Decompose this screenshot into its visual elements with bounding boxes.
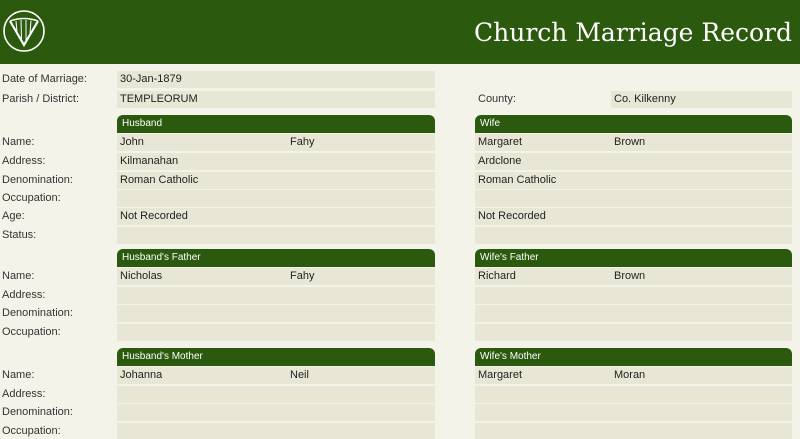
father-name-label: Name: xyxy=(2,270,35,282)
husband-father-occupation-field xyxy=(117,324,435,341)
husband-mother-denomination-field xyxy=(117,404,435,421)
husband-occupation-field xyxy=(117,190,435,207)
husband-mother-section-header: Husband's Mother xyxy=(117,348,435,366)
husband-mother-first-name-field: Johanna xyxy=(117,367,287,384)
date-of-marriage-label: Date of Marriage: xyxy=(2,73,87,85)
parish-district-field: TEMPLEORUM xyxy=(117,91,435,108)
mother-address-label: Address: xyxy=(2,388,46,400)
husband-status-field xyxy=(117,227,435,244)
husband-status-label: Status: xyxy=(2,229,37,241)
husband-denomination-label: Denomination: xyxy=(2,174,73,186)
husband-address-label: Address: xyxy=(2,155,46,167)
wife-mother-first-name-field: Margaret xyxy=(475,367,611,384)
father-denomination-label: Denomination: xyxy=(2,307,73,319)
husband-father-address-field xyxy=(117,287,435,304)
wife-status-field xyxy=(475,227,792,244)
father-address-label: Address: xyxy=(2,289,46,301)
husband-father-surname-field: Fahy xyxy=(287,268,435,285)
wife-age-field: Not Recorded xyxy=(475,208,792,225)
date-of-marriage-field: 30-Jan-1879 xyxy=(117,71,435,88)
husband-mother-occupation-field xyxy=(117,423,435,439)
husband-age-label: Age: xyxy=(2,210,25,222)
husband-address-field: Kilmanahan xyxy=(117,153,435,170)
wife-denomination-field: Roman Catholic xyxy=(475,172,792,189)
husband-father-first-name-field: Nicholas xyxy=(117,268,287,285)
mother-denomination-label: Denomination: xyxy=(2,406,73,418)
husband-section-header: Husband xyxy=(117,115,435,133)
county-label: County: xyxy=(478,93,516,105)
husband-father-denomination-field xyxy=(117,305,435,322)
wife-mother-surname-field: Moran xyxy=(611,367,792,384)
wife-first-name-field: Margaret xyxy=(475,134,611,151)
wife-father-denomination-field xyxy=(475,305,792,322)
husband-mother-address-field xyxy=(117,386,435,403)
wife-section-header: Wife xyxy=(475,115,792,133)
parish-district-label: Parish / District: xyxy=(2,93,80,105)
wife-father-occupation-field xyxy=(475,324,792,341)
mother-occupation-label: Occupation: xyxy=(2,425,61,437)
husband-name-label: Name: xyxy=(2,136,35,148)
wife-father-address-field xyxy=(475,287,792,304)
wife-mother-address-field xyxy=(475,386,792,403)
wife-mother-denomination-field xyxy=(475,404,792,421)
county-field: Co. Kilkenny xyxy=(611,91,792,108)
husband-father-section-header: Husband's Father xyxy=(117,249,435,267)
wife-father-section-header: Wife's Father xyxy=(475,249,792,267)
husband-mother-surname-field: Neil xyxy=(287,367,435,384)
husband-denomination-field: Roman Catholic xyxy=(117,172,435,189)
father-occupation-label: Occupation: xyxy=(2,326,61,338)
page-header: Church Marriage Record xyxy=(0,0,800,64)
husband-surname-field: Fahy xyxy=(287,134,435,151)
wife-father-first-name-field: Richard xyxy=(475,268,611,285)
harp-logo-icon xyxy=(3,10,45,52)
page-title: Church Marriage Record xyxy=(473,18,792,47)
mother-name-label: Name: xyxy=(2,369,35,381)
husband-occupation-label: Occupation: xyxy=(2,192,61,204)
wife-address-field: Ardclone xyxy=(475,153,792,170)
wife-mother-occupation-field xyxy=(475,423,792,439)
wife-father-surname-field: Brown xyxy=(611,268,792,285)
husband-age-field: Not Recorded xyxy=(117,208,435,225)
wife-occupation-field xyxy=(475,190,792,207)
wife-surname-field: Brown xyxy=(611,134,792,151)
wife-mother-section-header: Wife's Mother xyxy=(475,348,792,366)
husband-first-name-field: John xyxy=(117,134,287,151)
